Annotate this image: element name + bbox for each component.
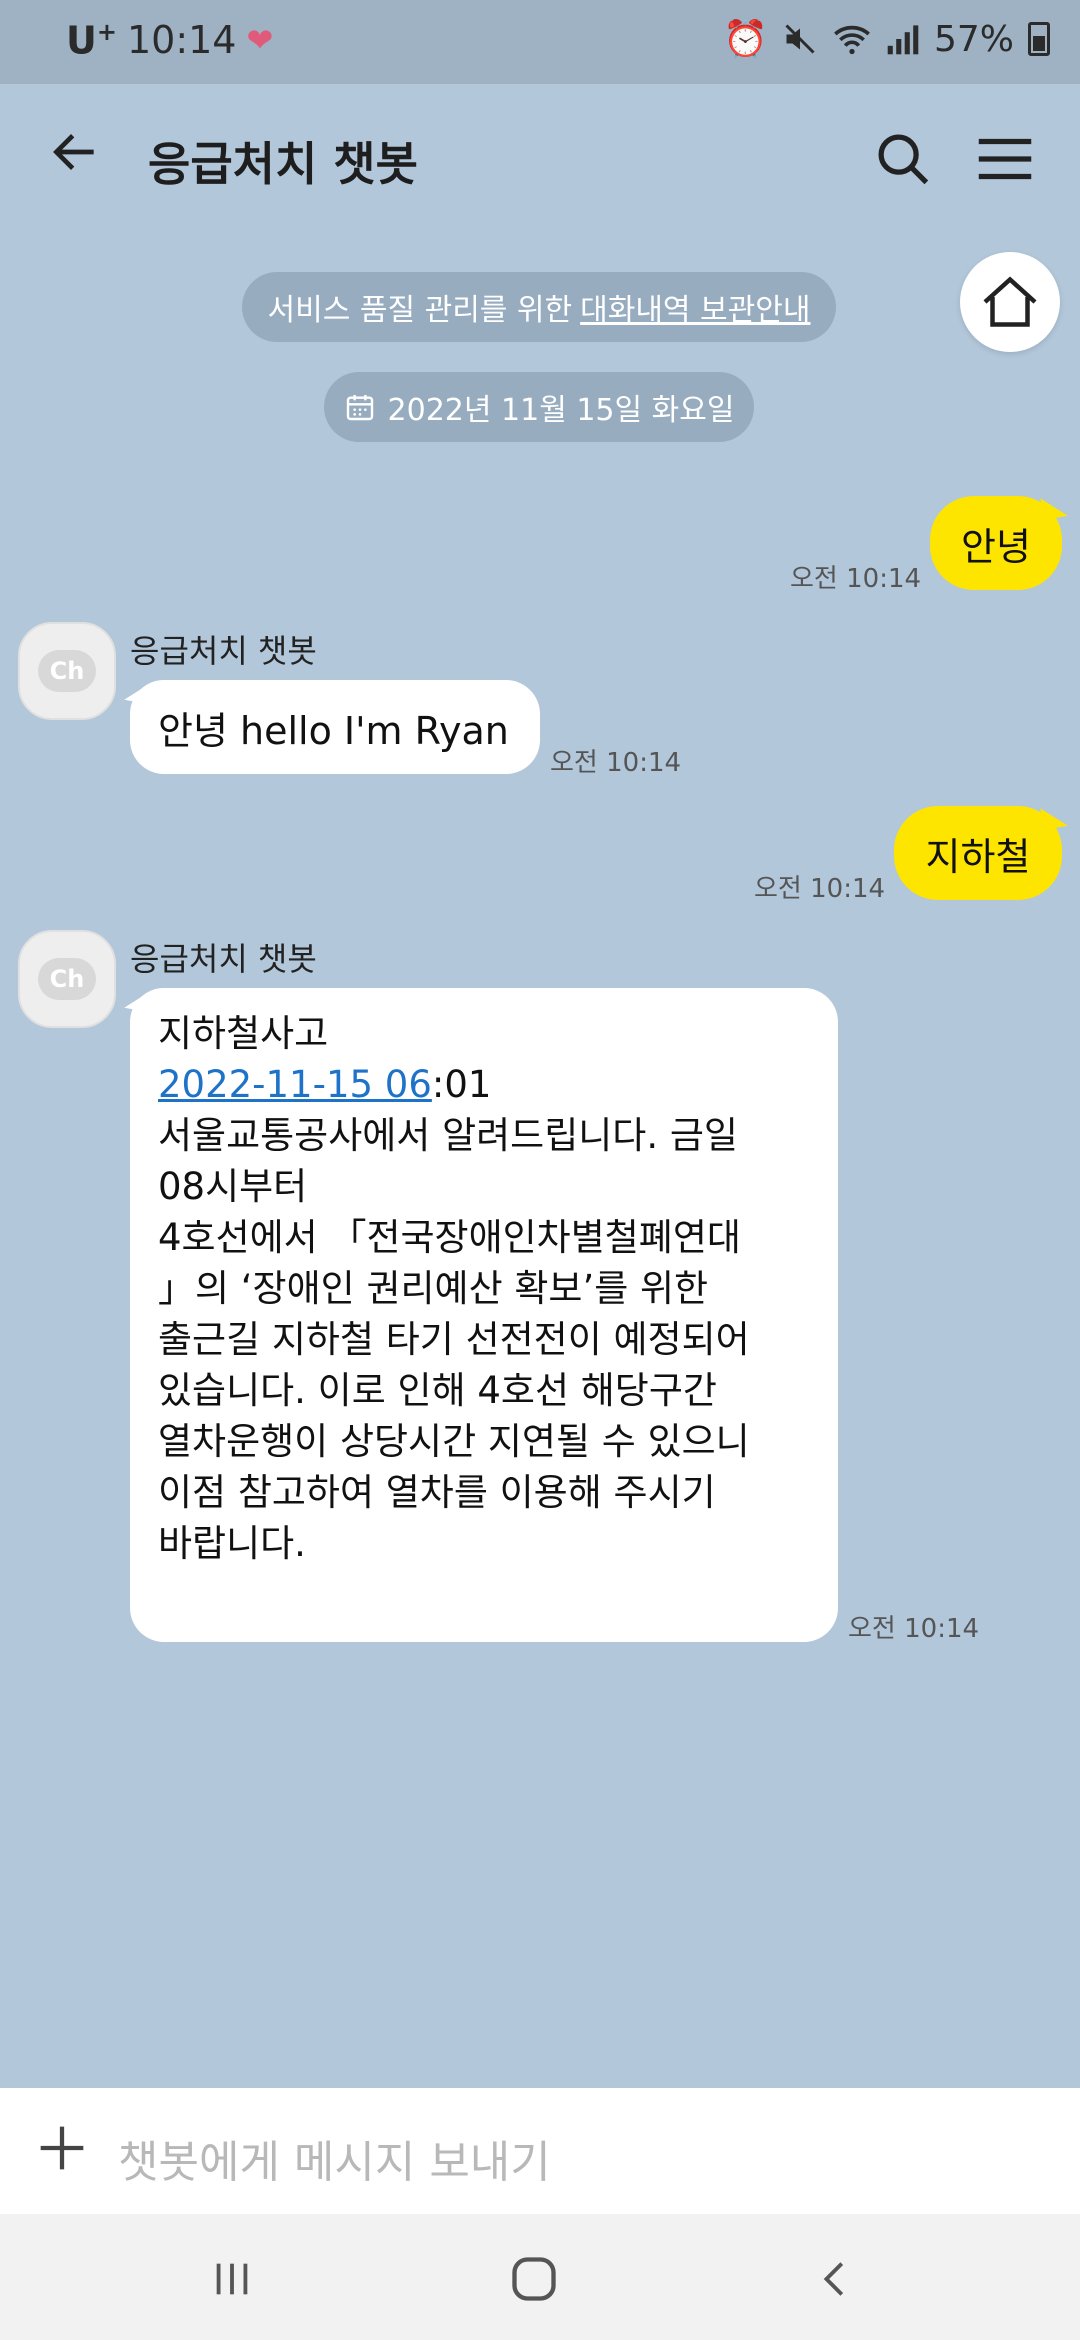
date-divider: 2022년 11월 15일 화요일 — [324, 372, 754, 442]
system-nav-bar — [0, 2214, 1080, 2340]
wifi-icon — [834, 25, 870, 55]
date-text: 2022년 11월 15일 화요일 — [387, 393, 735, 428]
battery-percent: 57% — [933, 18, 1014, 60]
bot-avatar[interactable]: Ch — [18, 930, 116, 1028]
recent-apps-icon[interactable] — [192, 2244, 272, 2314]
datetime-suffix: :01 — [431, 1063, 492, 1106]
home-nav-icon[interactable] — [494, 2244, 574, 2314]
service-notice: 서비스 품질 관리를 위한 대화내역 보관안내 — [242, 272, 836, 342]
battery-icon — [1028, 22, 1050, 56]
hamburger-menu-icon[interactable] — [970, 124, 1040, 194]
message-input[interactable]: 챗봇에게 메시지 보내기 — [118, 2126, 551, 2190]
search-icon[interactable] — [868, 124, 938, 194]
chat-header: 응급처치 챗봇 — [0, 84, 1080, 232]
message-text: 지하철 — [925, 834, 1031, 879]
message-text: 안녕 — [961, 524, 1031, 569]
notice-link[interactable]: 대화내역 보관안내 — [580, 285, 810, 329]
sender-name: 응급처치 챗봇 — [130, 940, 317, 978]
plus-icon[interactable] — [30, 2116, 94, 2180]
message-composer: 챗봇에게 메시지 보내기 — [0, 2088, 1080, 2214]
message-body: 서울교통공사에서 알려드립니다. 금일 08시부터 4호선에서 「전국장애인차별… — [158, 1114, 750, 1565]
bot-message-bubble[interactable]: 지하철사고 2022-11-15 06:01 서울교통공사에서 알려드립니다. … — [130, 988, 838, 1642]
bot-message-bubble[interactable]: 안녕 hello I'm Ryan — [130, 680, 540, 774]
back-nav-icon[interactable] — [796, 2244, 876, 2314]
home-button[interactable] — [960, 252, 1060, 352]
hearts-icon: ❤ — [246, 21, 274, 60]
my-message-bubble[interactable]: 안녕 — [930, 496, 1062, 590]
alarm-icon: ⏰ — [723, 19, 768, 60]
message-time: 오전 10:14 — [790, 564, 922, 594]
channel-icon: Ch — [38, 958, 96, 1000]
sender-name: 응급처치 챗봇 — [130, 632, 317, 670]
signal-icon — [887, 25, 919, 55]
chat-title: 응급처치 챗봇 — [148, 137, 418, 191]
home-icon — [983, 276, 1037, 327]
message-text: 지하철사고 2022-11-15 06:01 서울교통공사에서 알려드립니다. … — [158, 1008, 818, 1569]
mute-icon — [785, 24, 815, 54]
back-arrow-icon[interactable] — [40, 124, 110, 194]
message-time: 오전 10:14 — [848, 1614, 980, 1644]
datetime-link[interactable]: 2022-11-15 06 — [158, 1063, 432, 1106]
message-time: 오전 10:14 — [754, 874, 886, 904]
notice-text: 서비스 품질 관리를 위한 — [267, 293, 573, 328]
bot-avatar[interactable]: Ch — [18, 622, 116, 720]
status-bar: U+ 10:14 ❤ ⏰ 57% — [0, 0, 1080, 84]
message-text: 안녕 hello I'm Ryan — [158, 708, 509, 753]
message-heading: 지하철사고 — [158, 1012, 329, 1055]
message-time: 오전 10:14 — [550, 748, 682, 778]
status-time: 10:14 — [126, 18, 237, 63]
calendar-icon — [346, 395, 373, 421]
my-message-bubble[interactable]: 지하철 — [894, 806, 1062, 900]
channel-icon: Ch — [38, 650, 96, 692]
carrier-label: U+ — [66, 18, 117, 63]
